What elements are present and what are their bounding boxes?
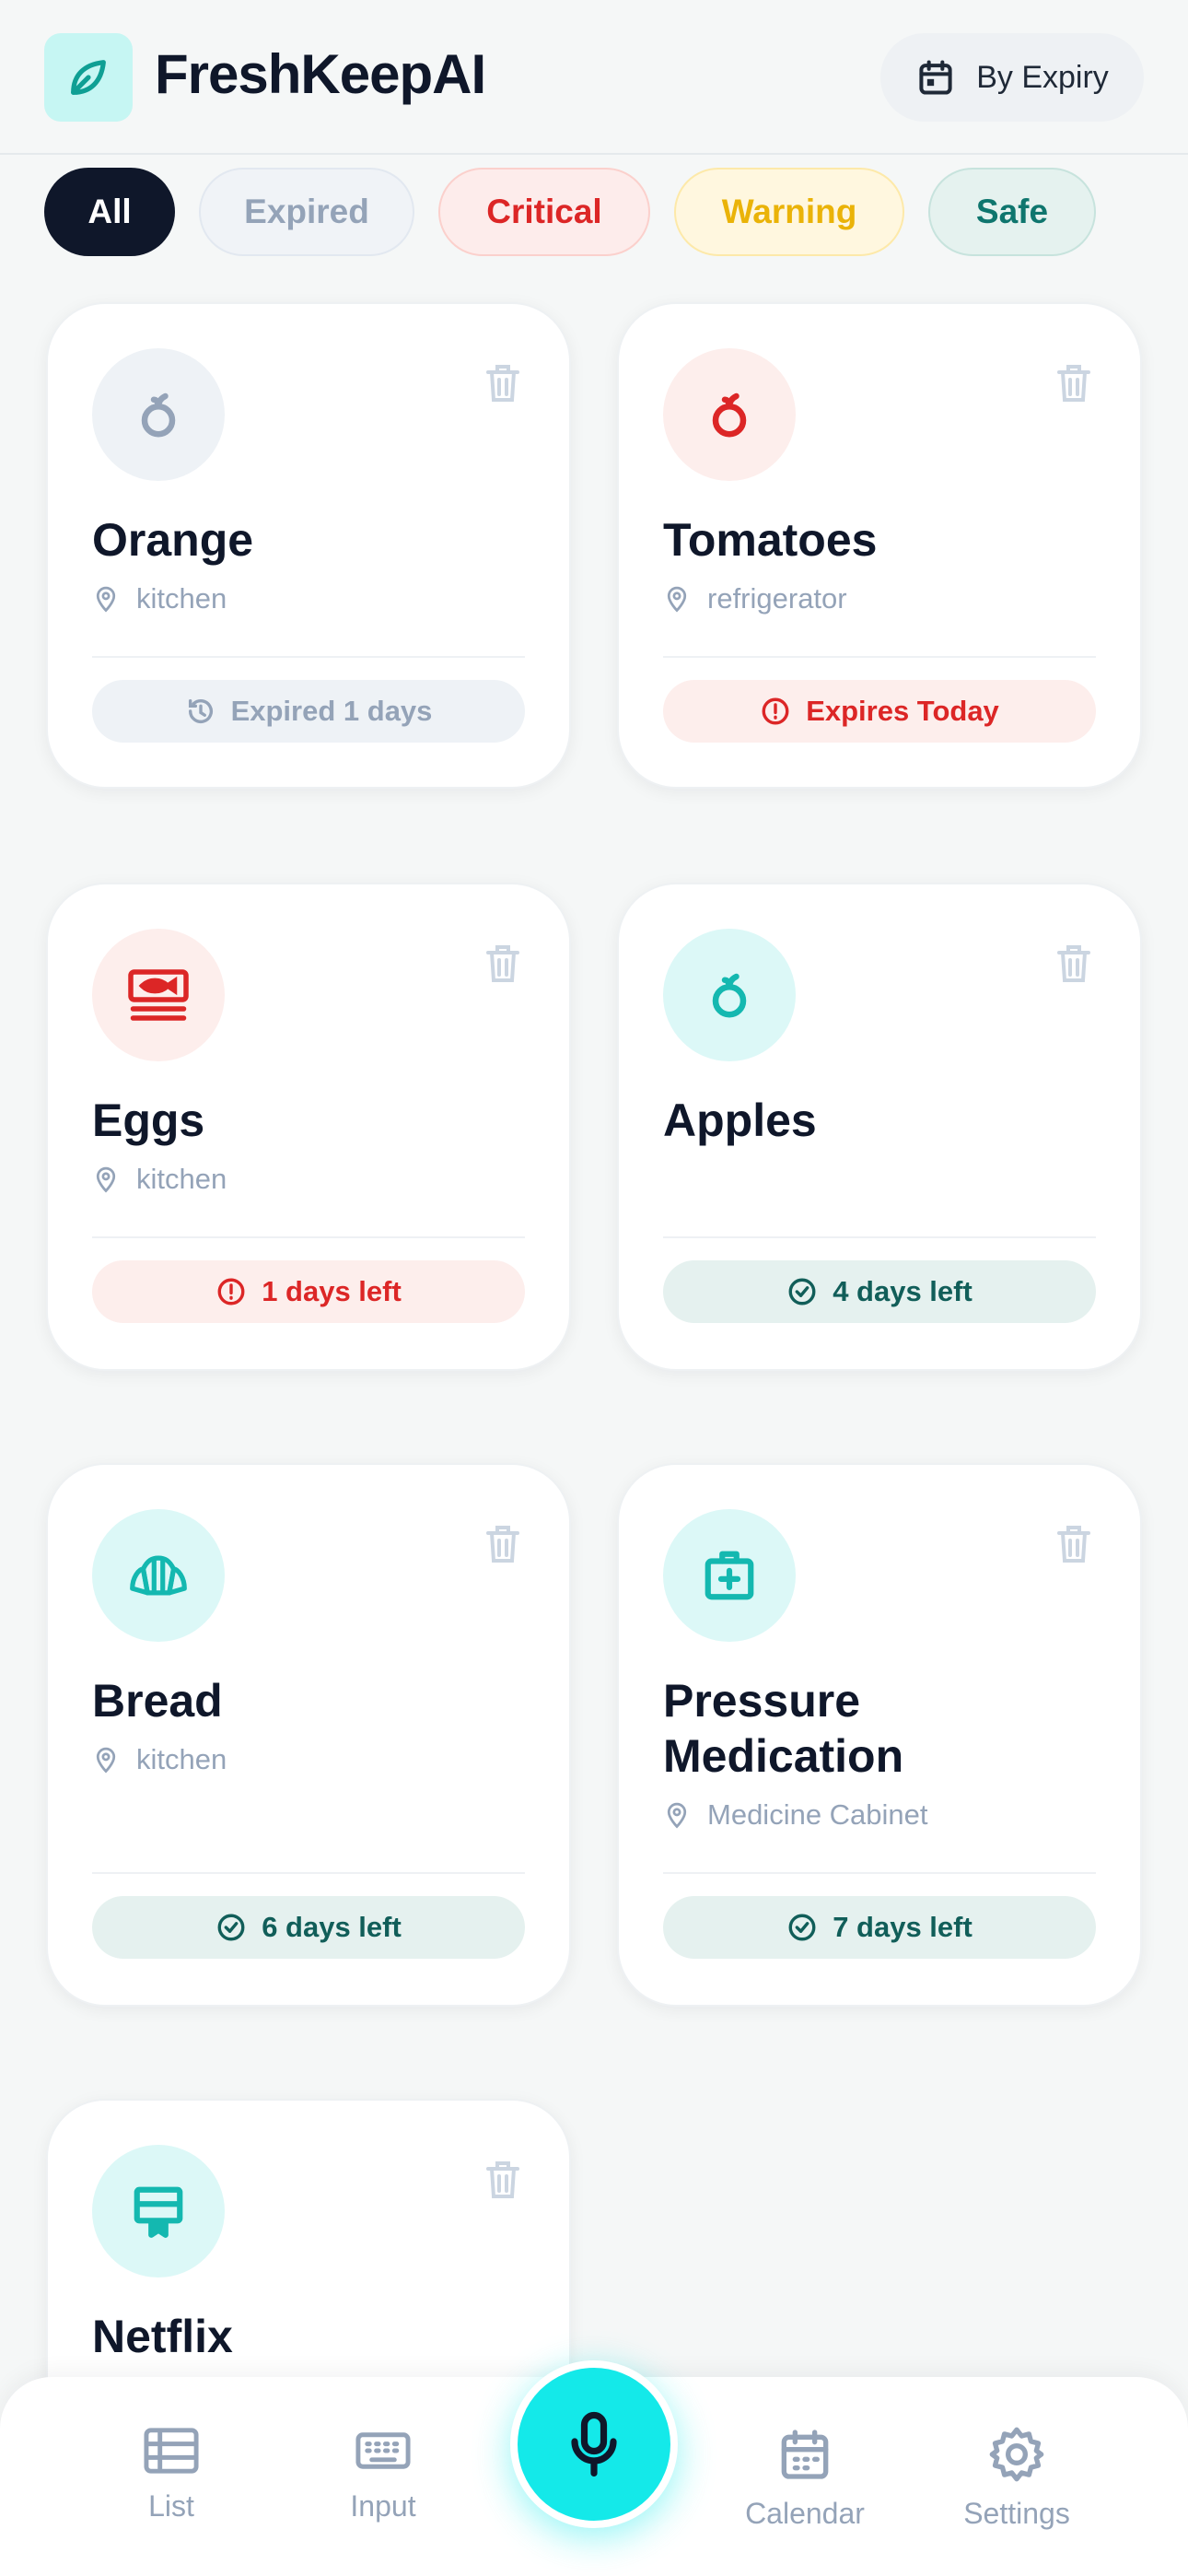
gear-icon (989, 2427, 1044, 2482)
croissant-icon (92, 1509, 225, 1642)
item-location-label: Medicine Cabinet (707, 1798, 928, 1831)
item-location-label: refrigerator (707, 582, 847, 615)
app-title: FreshKeepAI (155, 43, 486, 105)
nav-input-label: Input (350, 2489, 416, 2523)
status-badge: 1 days left (92, 1260, 525, 1323)
trash-icon[interactable] (484, 2160, 521, 2200)
check-circle-icon (788, 1914, 816, 1941)
item-name: Orange (92, 514, 254, 566)
fruit-icon (663, 348, 796, 481)
divider (92, 1236, 525, 1238)
status-label: 6 days left (262, 1911, 402, 1943)
list-icon (144, 2428, 199, 2474)
medical-kit-icon (663, 1509, 796, 1642)
trash-icon[interactable] (484, 363, 521, 404)
map-pin-icon (667, 1802, 687, 1829)
status-label: Expires Today (806, 695, 999, 727)
item-location-label: kitchen (136, 1163, 227, 1195)
app-header: FreshKeepAI By Expiry (0, 0, 1188, 155)
trash-icon[interactable] (1055, 363, 1092, 404)
nav-settings-label: Settings (963, 2497, 1070, 2530)
nav-settings[interactable]: Settings (934, 2425, 1100, 2531)
nav-calendar-label: Calendar (745, 2497, 865, 2530)
status-badge: 6 days left (92, 1896, 525, 1959)
fruit-icon (92, 348, 225, 481)
item-card[interactable]: Apples 4 days left (617, 883, 1142, 1371)
logo-leaf-icon (44, 33, 133, 122)
item-card[interactable]: Orange kitchen Expired 1 days (46, 302, 571, 789)
status-label: 1 days left (262, 1275, 402, 1307)
divider (663, 1236, 1096, 1238)
history-icon (188, 698, 213, 723)
item-name: Bread (92, 1675, 223, 1727)
filter-all[interactable]: All (44, 168, 175, 256)
item-name: Netflix (92, 2311, 233, 2362)
nav-list-label: List (148, 2489, 194, 2523)
status-badge: Expires Today (663, 680, 1096, 743)
item-location-label: kitchen (136, 582, 227, 615)
map-pin-icon (96, 1747, 116, 1774)
item-location: kitchen (92, 1163, 227, 1196)
item-card[interactable]: Eggs kitchen 1 days left (46, 883, 571, 1371)
status-label: 4 days left (833, 1275, 973, 1307)
item-location: Medicine Cabinet (663, 1798, 928, 1832)
microphone-icon (571, 2411, 617, 2477)
filter-expired[interactable]: Expired (199, 168, 414, 256)
filter-warning[interactable]: Warning (674, 168, 904, 256)
calendar-icon (919, 60, 952, 95)
item-card[interactable]: Pressure Medication Medicine Cabinet 7 d… (617, 1463, 1142, 2007)
item-name: Pressure Medication (663, 1675, 904, 1782)
alert-circle-icon (762, 697, 789, 725)
check-circle-icon (788, 1278, 816, 1306)
nav-list[interactable]: List (88, 2425, 254, 2523)
filter-critical[interactable]: Critical (438, 168, 650, 256)
trash-icon[interactable] (484, 943, 521, 984)
trash-icon[interactable] (1055, 943, 1092, 984)
divider (92, 656, 525, 658)
map-pin-icon (96, 1166, 116, 1193)
sort-label: By Expiry (976, 59, 1109, 95)
status-badge: 7 days left (663, 1896, 1096, 1959)
item-card[interactable]: Tomatoes refrigerator Expires Today (617, 302, 1142, 789)
status-label: 7 days left (833, 1911, 973, 1943)
filter-safe[interactable]: Safe (928, 168, 1096, 256)
divider (92, 1872, 525, 1874)
item-location: kitchen (92, 1743, 227, 1776)
filter-chips: All Expired Critical Warning Safe (44, 168, 1096, 256)
divider (663, 656, 1096, 658)
item-name: Tomatoes (663, 514, 878, 566)
item-location: refrigerator (663, 582, 847, 615)
fruit-icon (663, 929, 796, 1061)
map-pin-icon (667, 586, 687, 613)
item-location-label: kitchen (136, 1743, 227, 1775)
check-circle-icon (217, 1914, 245, 1941)
fish-icon (92, 929, 225, 1061)
divider (663, 1872, 1096, 1874)
status-label: Expired 1 days (230, 695, 433, 727)
status-badge: Expired 1 days (92, 680, 525, 743)
nav-calendar[interactable]: Calendar (722, 2425, 888, 2531)
calendar-icon (781, 2430, 829, 2479)
trash-icon[interactable] (1055, 1524, 1092, 1564)
item-location: kitchen (92, 582, 227, 615)
alert-circle-icon (217, 1278, 245, 1306)
voice-input-button[interactable] (510, 2360, 678, 2528)
item-name: Eggs (92, 1095, 205, 1146)
status-badge: 4 days left (663, 1260, 1096, 1323)
keyboard-icon (355, 2432, 411, 2469)
trash-icon[interactable] (484, 1524, 521, 1564)
nav-input[interactable]: Input (300, 2425, 466, 2523)
item-card[interactable]: Bread kitchen 6 days left (46, 1463, 571, 2007)
sort-by-expiry-button[interactable]: By Expiry (880, 33, 1144, 122)
subscription-icon (92, 2145, 225, 2277)
map-pin-icon (96, 586, 116, 613)
item-name: Apples (663, 1095, 817, 1146)
